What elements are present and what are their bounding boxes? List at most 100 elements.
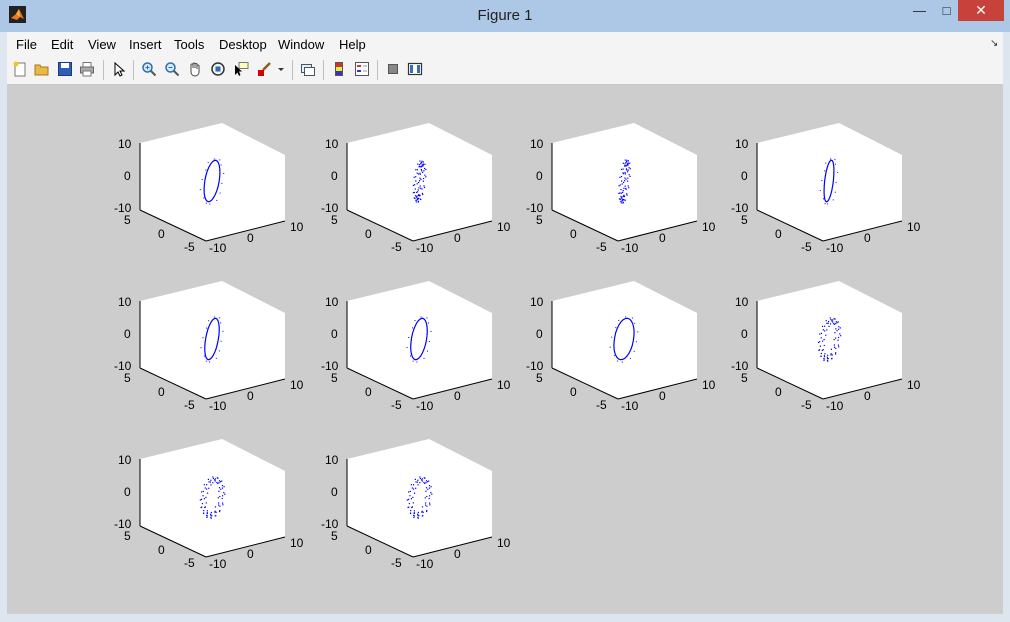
data-point <box>839 333 841 335</box>
data-point <box>421 515 423 517</box>
z-tick-label: 0 <box>124 327 131 341</box>
subplot-5[interactable] <box>139 281 290 401</box>
data-point <box>624 163 626 165</box>
subplot-2[interactable] <box>346 123 497 243</box>
insert-legend-icon[interactable] <box>354 61 370 77</box>
subplot-10[interactable] <box>346 439 497 559</box>
data-point <box>620 192 622 194</box>
data-point <box>414 478 416 480</box>
data-point <box>215 357 217 359</box>
menu-edit[interactable]: Edit <box>51 37 73 52</box>
close-button[interactable]: ✕ <box>958 0 1004 21</box>
new-figure-icon[interactable] <box>12 61 28 77</box>
data-point <box>205 496 207 498</box>
data-point <box>429 495 431 497</box>
data-point <box>623 181 625 184</box>
data-point <box>414 188 416 190</box>
menu-window[interactable]: Window <box>278 37 324 52</box>
data-point <box>825 162 827 164</box>
menu-desktop[interactable]: Desktop <box>219 37 267 52</box>
data-point <box>417 200 420 202</box>
data-point <box>207 478 209 480</box>
data-point <box>408 491 410 493</box>
data-point <box>419 165 421 168</box>
menubar-overflow-icon[interactable]: ↘ <box>990 38 998 49</box>
data-point <box>823 198 824 200</box>
data-point <box>418 197 420 199</box>
data-point <box>420 198 422 201</box>
subplot-8[interactable] <box>756 281 907 401</box>
data-point <box>220 340 222 342</box>
y-tick-label: 0 <box>365 227 372 241</box>
data-point <box>622 162 624 164</box>
save-icon[interactable] <box>57 61 73 77</box>
show-plot-tools-icon[interactable] <box>407 61 423 77</box>
menu-tools[interactable]: Tools <box>174 37 204 52</box>
data-point <box>425 504 427 506</box>
data-point <box>826 329 828 331</box>
data-point <box>221 480 223 482</box>
data-point <box>208 320 210 322</box>
data-point <box>203 512 205 515</box>
data-point <box>831 320 833 322</box>
data-point <box>629 358 631 360</box>
menu-view[interactable]: View <box>88 37 116 52</box>
y-tick-label: 5 <box>124 213 131 227</box>
subplot-6[interactable] <box>346 281 497 401</box>
data-point <box>406 347 408 348</box>
x-tick-label: 0 <box>247 547 254 561</box>
rotate-3d-icon[interactable] <box>210 61 226 77</box>
data-point <box>833 318 835 320</box>
data-point <box>421 511 423 513</box>
data-point <box>415 176 417 178</box>
y-tick-label: -5 <box>391 556 402 570</box>
data-point <box>408 498 410 500</box>
toolbar-separator <box>323 60 324 80</box>
hide-plot-tools-icon[interactable] <box>385 61 401 77</box>
brush-icon[interactable] <box>257 61 273 77</box>
title-bar[interactable]: Figure 1 — □ ✕ <box>0 0 1010 32</box>
insert-colorbar-icon[interactable] <box>331 61 347 77</box>
data-point <box>625 178 627 180</box>
z-tick-label: 0 <box>536 169 543 183</box>
subplot-1[interactable] <box>139 123 290 243</box>
data-point <box>625 187 627 190</box>
subplot-3[interactable] <box>551 123 702 243</box>
zoom-out-icon[interactable] <box>164 61 180 77</box>
minimize-button[interactable]: — <box>906 0 933 21</box>
data-point <box>417 511 419 514</box>
data-point <box>411 506 413 508</box>
data-point <box>839 327 841 329</box>
menu-help[interactable]: Help <box>339 37 366 52</box>
data-point <box>421 192 423 194</box>
subplot-7[interactable] <box>551 281 702 401</box>
data-cursor-icon[interactable] <box>233 61 249 77</box>
data-point <box>203 498 205 500</box>
brush-dropdown-icon[interactable] <box>276 61 286 77</box>
data-point <box>210 516 212 518</box>
subplot-axes-3 <box>551 123 698 242</box>
zoom-in-icon[interactable] <box>141 61 157 77</box>
pointer-icon[interactable] <box>111 61 127 77</box>
data-point <box>221 182 223 184</box>
open-file-icon[interactable] <box>34 61 50 77</box>
maximize-button[interactable]: □ <box>933 0 960 21</box>
data-point <box>620 200 622 202</box>
subplot-axes-8 <box>756 281 903 400</box>
menu-file[interactable]: File <box>16 37 37 52</box>
menu-insert[interactable]: Insert <box>129 37 162 52</box>
pan-hand-icon[interactable] <box>187 61 203 77</box>
subplot-9[interactable] <box>139 439 290 559</box>
data-point <box>835 328 837 330</box>
data-point <box>199 189 201 191</box>
z-tick-label: 10 <box>735 295 749 309</box>
data-point <box>611 336 613 338</box>
figure-canvas[interactable]: 10 0 -10 5 0 -5 -10 0 10 10 0 -10 5 0 -5 -10 0 10 10 0 -10 5 0… <box>7 85 1003 614</box>
link-plot-icon[interactable] <box>300 61 316 77</box>
subplot-4[interactable] <box>756 123 907 243</box>
subplot-axes-10 <box>346 439 493 558</box>
data-point <box>415 191 418 193</box>
figure-toolbar <box>7 56 1003 85</box>
print-icon[interactable] <box>79 61 95 77</box>
data-point <box>620 188 622 191</box>
